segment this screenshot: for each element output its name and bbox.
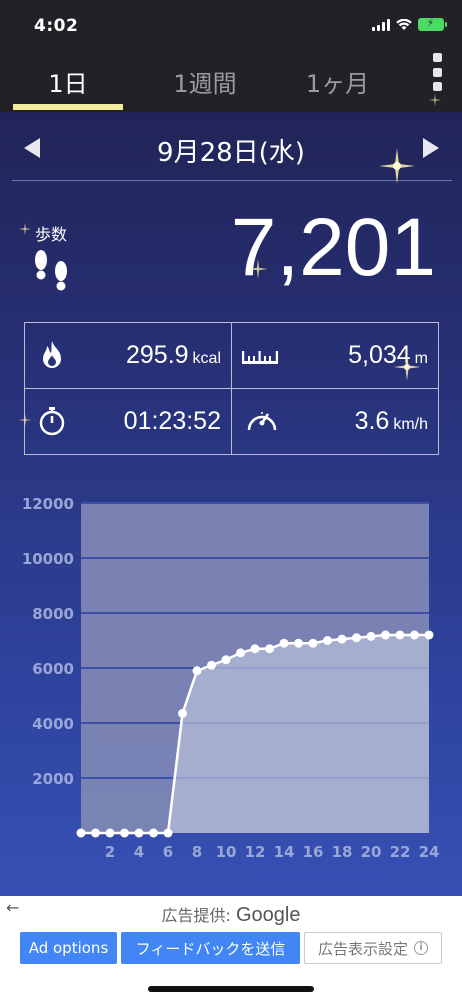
calories-value: 295.9 [125, 341, 189, 369]
calories-unit: kcal [192, 350, 221, 367]
sparkle-icon [18, 222, 32, 236]
sparkle-icon [379, 148, 415, 184]
steps-chart: 200040006000800010000120002 4 6 8 10 12 14 16 18… [22, 495, 440, 861]
flame-icon [43, 341, 61, 368]
steps-label: 歩数 [35, 225, 68, 244]
data-point [91, 828, 100, 838]
tab-month[interactable]: 1ヶ月 [280, 50, 395, 112]
data-point [410, 630, 419, 640]
sparkle-icon [393, 353, 421, 381]
data-point [352, 633, 361, 643]
data-point [236, 648, 245, 658]
wifi-icon [396, 18, 412, 30]
x-tick-label: 22 [390, 843, 411, 861]
data-point [381, 630, 390, 640]
home-indicator[interactable] [148, 986, 314, 992]
tab-bar: 1日 1週間 1ヶ月 [0, 50, 462, 112]
footprints-icon [35, 250, 67, 291]
data-point [192, 666, 202, 676]
speed-value-wrap: 3.6 km/h [355, 407, 428, 436]
battery-icon: ⚡ [418, 18, 447, 31]
data-point [366, 631, 376, 641]
ad-provider-prefix: 広告提供: [161, 906, 231, 925]
ad-options-button[interactable]: Ad options [20, 932, 117, 964]
menu-dot [432, 67, 442, 77]
speedometer-icon [247, 412, 277, 431]
y-tick-label: 4000 [32, 715, 74, 733]
data-point [134, 828, 144, 838]
send-feedback-button[interactable]: フィードバックを送信 [121, 932, 300, 964]
calories-stat: 295.9 kcal [25, 323, 231, 388]
data-point [178, 708, 187, 718]
data-point [207, 660, 216, 670]
data-point [163, 828, 173, 838]
data-point [250, 644, 260, 654]
x-tick-label: 14 [274, 843, 295, 861]
menu-dot [432, 53, 442, 62]
y-tick-label: 2000 [32, 770, 74, 788]
next-day-button[interactable] [423, 138, 439, 158]
x-tick-label: 6 [163, 843, 173, 861]
y-tick-label: 8000 [32, 605, 74, 623]
menu-button[interactable] [430, 53, 444, 91]
ad-banner: ← 広告提供: Google Ad options フィードバックを送信 広告表… [0, 896, 462, 976]
x-tick-label: 18 [332, 843, 353, 861]
ad-provider-label: 広告提供: Google [0, 902, 462, 927]
status-bar: 4:02 ⚡ [0, 0, 462, 50]
active-tab-indicator [13, 104, 123, 110]
y-tick-label: 12000 [22, 495, 74, 513]
duration-value: 01:23:52 [123, 407, 221, 435]
data-point [308, 638, 318, 648]
ruler-icon [242, 351, 278, 364]
data-point [294, 638, 303, 648]
x-tick-label: 10 [216, 843, 237, 861]
data-point [105, 828, 115, 838]
data-point [337, 634, 347, 644]
speed-unit: km/h [393, 416, 428, 433]
x-tick-label: 16 [303, 843, 324, 861]
sparkle-icon [18, 413, 32, 427]
data-point [120, 828, 129, 838]
x-tick-label: 2 [105, 843, 115, 861]
tab-week[interactable]: 1週間 [145, 50, 265, 112]
status-time: 4:02 [34, 16, 79, 36]
info-icon: i [414, 941, 428, 955]
x-tick-label: 20 [361, 843, 382, 861]
stats-panel: 295.9 kcal 5,034 m 01:23:52 3.6 km/h [24, 322, 439, 455]
speed-stat: 3.6 km/h [232, 389, 438, 454]
duration-value-wrap: 01:23:52 [124, 407, 221, 436]
x-tick-label: 12 [245, 843, 266, 861]
x-tick-label: 4 [134, 843, 144, 861]
speed-value: 3.6 [354, 407, 390, 435]
data-point [279, 638, 289, 648]
y-tick-label: 6000 [32, 660, 74, 678]
data-point [149, 828, 158, 838]
sparkle-icon [428, 93, 442, 107]
y-tick-label: 10000 [22, 550, 74, 568]
status-icons: ⚡ [372, 18, 447, 31]
data-point [265, 644, 274, 654]
ad-settings-label: 広告表示設定 [317, 939, 408, 958]
google-logo: Google [236, 904, 301, 926]
data-point [395, 630, 405, 640]
stopwatch-icon [39, 407, 65, 436]
ad-settings-button[interactable]: 広告表示設定 i [304, 932, 442, 964]
data-point [76, 828, 86, 838]
duration-stat: 01:23:52 [25, 389, 231, 454]
sparkle-icon [248, 259, 268, 279]
calories-value-wrap: 295.9 kcal [126, 341, 221, 370]
data-point [221, 655, 231, 665]
tab-day[interactable]: 1日 [13, 50, 123, 112]
data-point [323, 636, 332, 645]
x-tick-label: 8 [192, 843, 202, 861]
signal-icon [372, 18, 390, 31]
data-point [424, 630, 434, 640]
x-tick-label: 24 [419, 843, 440, 861]
menu-dot [432, 82, 442, 91]
